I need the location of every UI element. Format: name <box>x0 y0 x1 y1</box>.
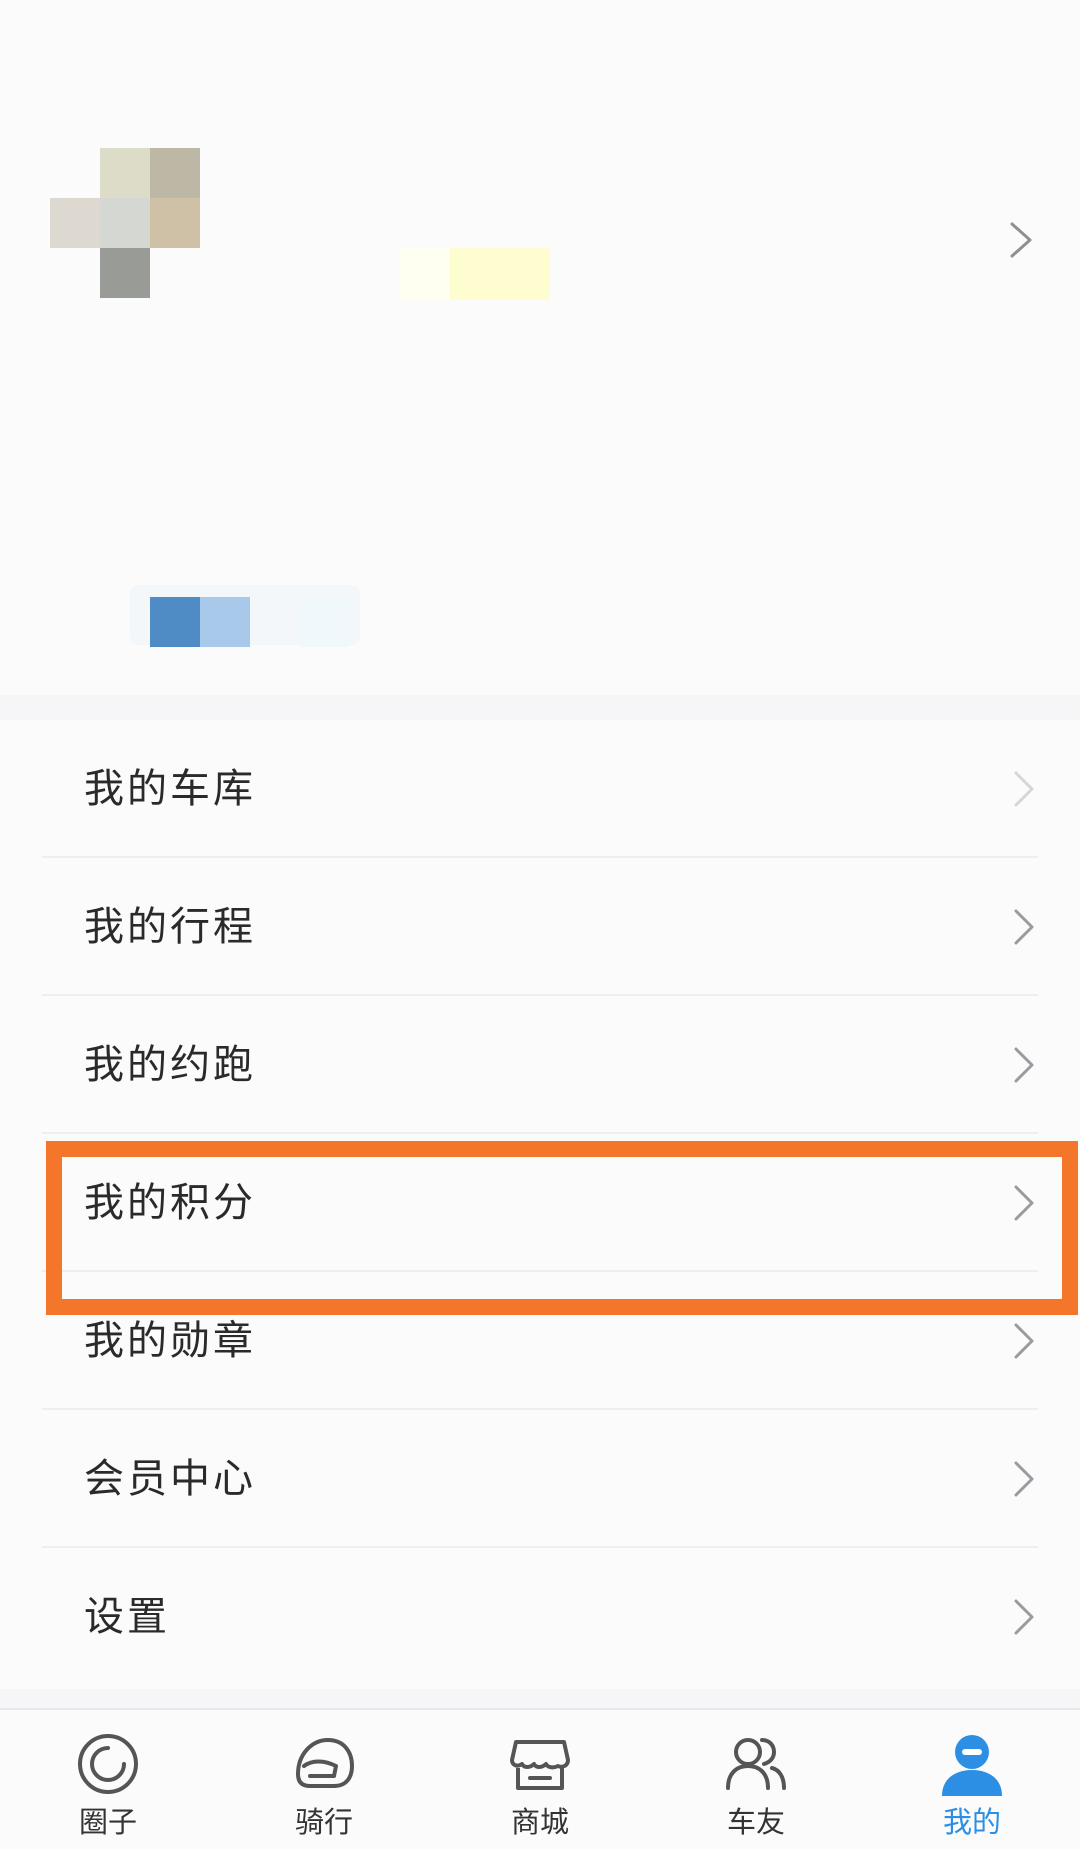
tab-label: 骑行 <box>294 1805 353 1839</box>
menu-list: 我的车库 我的行程 我的约跑 我的积分 我的勋章 会员中心 设置 <box>0 720 1080 1689</box>
menu-item-settings[interactable]: 设置 <box>0 1548 1080 1686</box>
level-badge-blurred <box>130 585 360 647</box>
friends-icon <box>726 1738 786 1790</box>
tab-ride[interactable]: 骑行 <box>216 1710 432 1849</box>
menu-item-medals[interactable]: 我的勋章 <box>0 1272 1080 1410</box>
chevron-right-icon <box>1014 1599 1034 1635</box>
avatar[interactable] <box>50 148 200 298</box>
tab-label: 车友 <box>726 1805 785 1839</box>
profile-header[interactable] <box>0 0 1080 695</box>
menu-item-label: 会员中心 <box>84 1456 256 1502</box>
menu-item-label: 我的车库 <box>84 766 256 812</box>
menu-item-label: 我的勋章 <box>84 1318 256 1364</box>
helmet-icon <box>296 1738 354 1788</box>
menu-item-label: 设置 <box>84 1594 170 1640</box>
tab-label: 我的 <box>942 1805 1001 1839</box>
menu-item-label: 我的积分 <box>84 1180 256 1226</box>
menu-item-label: 我的行程 <box>84 904 256 950</box>
menu-item-group-rides[interactable]: 我的约跑 <box>0 996 1080 1134</box>
menu-item-membership[interactable]: 会员中心 <box>0 1410 1080 1548</box>
menu-item-label: 我的约跑 <box>84 1042 256 1088</box>
chevron-right-icon <box>1014 1047 1034 1083</box>
tab-friends[interactable]: 车友 <box>648 1710 864 1849</box>
chevron-right-icon <box>1014 771 1034 807</box>
tab-label: 商城 <box>510 1805 569 1839</box>
profile-page: 我的车库 我的行程 我的约跑 我的积分 我的勋章 会员中心 设置 圈子 骑行 商… <box>0 0 1080 1849</box>
shop-icon <box>510 1740 570 1790</box>
chevron-right-icon <box>1014 1185 1034 1221</box>
bottom-tab-bar: 圈子 骑行 商城 车友 我的 <box>0 1708 1080 1849</box>
tab-mine[interactable]: 我的 <box>864 1710 1080 1849</box>
username-blurred <box>400 248 550 300</box>
chevron-right-icon <box>1014 909 1034 945</box>
tab-circle[interactable]: 圈子 <box>0 1710 216 1849</box>
circle-target-icon <box>78 1734 138 1794</box>
chevron-right-icon[interactable] <box>1000 218 1040 262</box>
menu-item-garage[interactable]: 我的车库 <box>0 720 1080 858</box>
menu-item-trips[interactable]: 我的行程 <box>0 858 1080 996</box>
user-profile-icon <box>942 1735 1002 1796</box>
chevron-right-icon <box>1014 1461 1034 1497</box>
chevron-right-icon <box>1014 1323 1034 1359</box>
tab-label: 圈子 <box>78 1805 137 1839</box>
tab-shop[interactable]: 商城 <box>432 1710 648 1849</box>
menu-item-points[interactable]: 我的积分 <box>0 1134 1080 1272</box>
